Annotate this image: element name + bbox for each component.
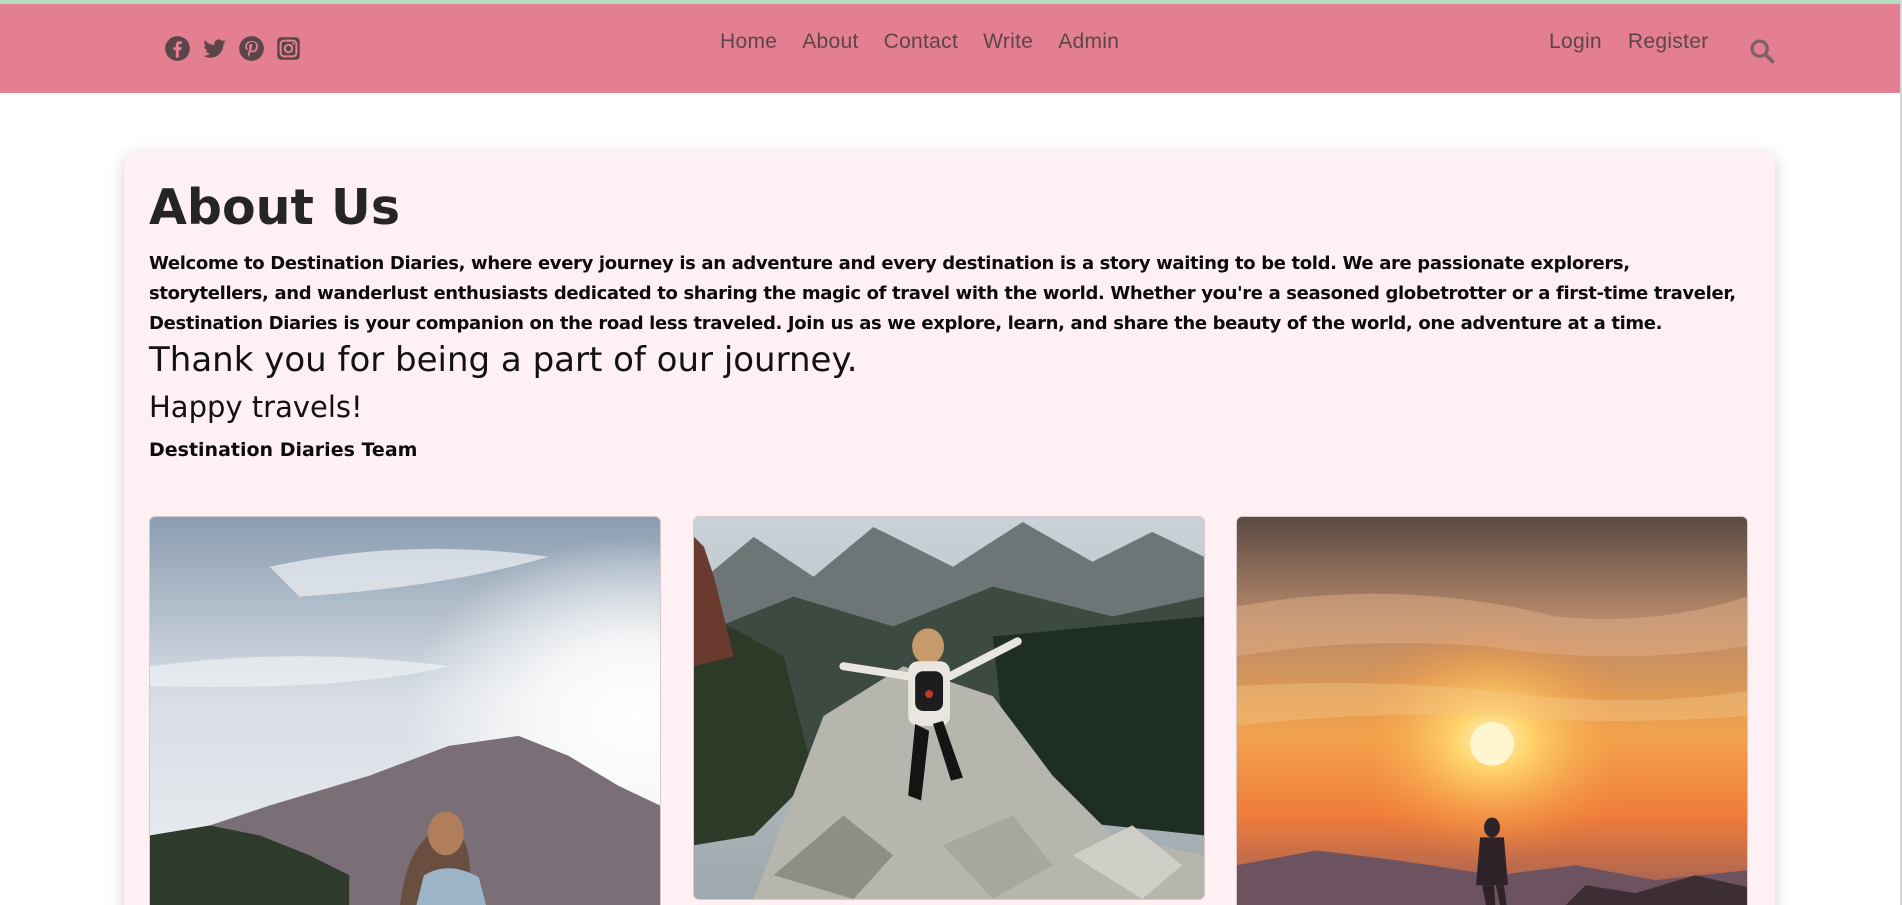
facebook-icon[interactable] bbox=[164, 35, 191, 62]
social-links bbox=[164, 35, 302, 62]
nav-home[interactable]: Home bbox=[720, 30, 777, 54]
intro-paragraph: Welcome to Destination Diaries, where ev… bbox=[149, 253, 1736, 334]
instagram-icon[interactable] bbox=[275, 35, 302, 62]
photo-sunset-silhouette bbox=[1236, 516, 1748, 905]
nav-write[interactable]: Write bbox=[983, 30, 1033, 54]
navbar: Home About Contact Write Admin Login Reg… bbox=[0, 4, 1900, 93]
photo-hiker-trail bbox=[693, 516, 1205, 900]
nav-admin[interactable]: Admin bbox=[1058, 30, 1119, 54]
happy-travels-heading: Happy travels! bbox=[149, 390, 363, 424]
team-signature: Destination Diaries Team bbox=[149, 439, 418, 461]
thanks-heading: Thank you for being a part of our journe… bbox=[149, 340, 858, 380]
nav-about[interactable]: About bbox=[802, 30, 858, 54]
about-card: About Us Welcome to Destination Diaries,… bbox=[124, 152, 1775, 905]
search-icon[interactable] bbox=[1748, 37, 1778, 67]
auth-nav: Login Register bbox=[1549, 30, 1709, 54]
nav-login[interactable]: Login bbox=[1549, 30, 1602, 54]
main-nav: Home About Contact Write Admin bbox=[720, 30, 1119, 54]
twitter-icon[interactable] bbox=[201, 35, 228, 62]
page: Home About Contact Write Admin Login Reg… bbox=[0, 0, 1902, 905]
nav-register[interactable]: Register bbox=[1628, 30, 1709, 54]
nav-contact[interactable]: Contact bbox=[884, 30, 958, 54]
pinterest-icon[interactable] bbox=[238, 35, 265, 62]
page-title: About Us bbox=[149, 179, 400, 236]
photo-mountain-sunlight bbox=[149, 516, 661, 905]
